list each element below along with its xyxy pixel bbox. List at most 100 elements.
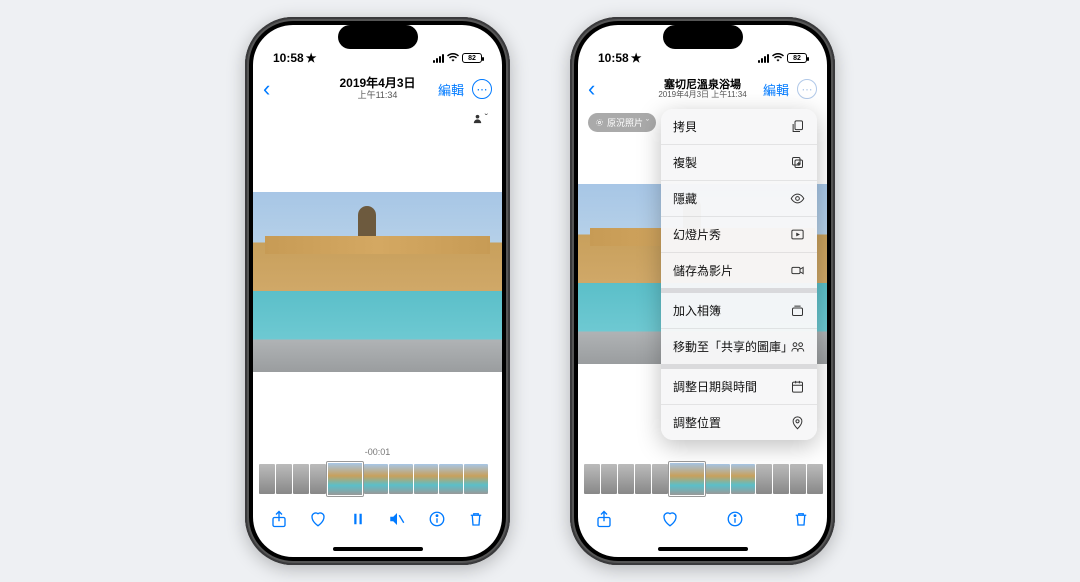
phone-left: 10:58 ★ 82 ‹ 2019年4月3日 上午11:34 編輯 ⋯: [245, 17, 510, 565]
favorite-button[interactable]: [660, 509, 680, 529]
menu-item-shared[interactable]: 移動至「共享的圖庫」: [661, 328, 817, 364]
edit-button[interactable]: 編輯: [438, 80, 464, 99]
nav-title: 塞切尼溫泉浴場 2019年4月3日 上午11:34: [658, 79, 746, 100]
photo-area[interactable]: [253, 128, 502, 435]
thumbnail[interactable]: [293, 464, 309, 494]
more-button[interactable]: ⋯: [472, 79, 492, 99]
home-indicator[interactable]: [578, 541, 827, 557]
delete-button[interactable]: [791, 509, 811, 529]
menu-item-location[interactable]: 調整位置: [661, 404, 817, 440]
nav-title-datetime: 2019年4月3日 上午11:34: [658, 91, 746, 100]
thumbnail[interactable]: [601, 464, 617, 494]
battery-icon: 82: [787, 53, 807, 63]
favorite-button[interactable]: [308, 509, 328, 529]
menu-item-label: 加入相簿: [673, 302, 721, 319]
nav-bar: ‹ 2019年4月3日 上午11:34 編輯 ⋯: [253, 69, 502, 109]
thumbnail[interactable]: [584, 464, 600, 494]
menu-item-album[interactable]: 加入相簿: [661, 288, 817, 328]
wifi-icon: [772, 51, 784, 65]
menu-item-eye[interactable]: 隱藏: [661, 180, 817, 216]
screen: 10:58 ★ 82 ‹ 塞切尼溫泉浴場 2019年4月3日 上午11:34 編…: [578, 25, 827, 557]
video-icon: [789, 263, 805, 279]
status-time: 10:58: [598, 51, 629, 65]
battery-icon: 82: [462, 53, 482, 63]
thumbnail-selected[interactable]: [327, 462, 363, 496]
star-icon: ★: [631, 51, 642, 65]
more-button[interactable]: ⋯: [797, 79, 817, 99]
thumbnail[interactable]: [464, 464, 488, 494]
copy-icon: [789, 119, 805, 135]
nav-title-time: 上午11:34: [339, 91, 415, 101]
chevron-down-icon: ˇ: [646, 118, 649, 128]
thumbnail[interactable]: [652, 464, 668, 494]
shared-icon: [789, 339, 805, 355]
menu-item-calendar[interactable]: 調整日期與時間: [661, 364, 817, 404]
video-timestamp: -00:01: [253, 447, 502, 457]
menu-item-duplicate[interactable]: 複製: [661, 144, 817, 180]
thumbnail[interactable]: [389, 464, 413, 494]
thumbnail[interactable]: [439, 464, 463, 494]
back-button[interactable]: ‹: [263, 76, 270, 102]
duplicate-icon: [789, 155, 805, 171]
screen: 10:58 ★ 82 ‹ 2019年4月3日 上午11:34 編輯 ⋯: [253, 25, 502, 557]
thumbnail[interactable]: [807, 464, 823, 494]
thumbnail[interactable]: [259, 464, 275, 494]
live-photo-badge[interactable]: 原況照片 ˇ: [588, 113, 656, 132]
signal-icon: [758, 54, 769, 63]
share-button[interactable]: [594, 509, 614, 529]
menu-item-play-rect[interactable]: 幻燈片秀: [661, 216, 817, 252]
sub-toolbar: ˇ: [253, 109, 502, 128]
menu-item-label: 調整位置: [673, 414, 721, 431]
bottom-toolbar: [578, 497, 827, 541]
thumbnail[interactable]: [364, 464, 388, 494]
thumbnail[interactable]: [618, 464, 634, 494]
menu-item-copy[interactable]: 拷貝: [661, 109, 817, 144]
edit-button[interactable]: 編輯: [763, 80, 789, 99]
delete-button[interactable]: [466, 509, 486, 529]
menu-item-label: 儲存為影片: [673, 262, 733, 279]
chevron-down-icon: ˇ: [485, 113, 488, 124]
star-icon: ★: [306, 51, 317, 65]
context-menu: 拷貝複製隱藏幻燈片秀儲存為影片加入相簿移動至「共享的圖庫」調整日期與時間調整位置: [661, 109, 817, 440]
thumbnail[interactable]: [310, 464, 326, 494]
thumbnail-selected[interactable]: [669, 462, 705, 496]
thumbnail[interactable]: [790, 464, 806, 494]
people-button[interactable]: ˇ: [472, 113, 488, 124]
thumbnail[interactable]: [635, 464, 651, 494]
calendar-icon: [789, 379, 805, 395]
thumbnail[interactable]: [276, 464, 292, 494]
location-icon: [789, 415, 805, 431]
info-button[interactable]: [427, 509, 447, 529]
filmstrip[interactable]: [578, 457, 827, 497]
eye-icon: [789, 191, 805, 207]
pause-button[interactable]: [348, 509, 368, 529]
phone-right: 10:58 ★ 82 ‹ 塞切尼溫泉浴場 2019年4月3日 上午11:34 編…: [570, 17, 835, 565]
menu-item-label: 複製: [673, 154, 697, 171]
menu-item-label: 幻燈片秀: [673, 226, 721, 243]
thumbnail[interactable]: [731, 464, 755, 494]
wifi-icon: [447, 51, 459, 65]
menu-item-label: 移動至「共享的圖庫」: [673, 338, 789, 355]
dynamic-island: [338, 25, 418, 49]
main-photo: [253, 192, 502, 372]
thumbnail[interactable]: [773, 464, 789, 494]
menu-item-label: 拷貝: [673, 118, 697, 135]
home-indicator[interactable]: [253, 541, 502, 557]
mute-button[interactable]: [387, 509, 407, 529]
back-button[interactable]: ‹: [588, 76, 595, 102]
status-time: 10:58: [273, 51, 304, 65]
nav-title: 2019年4月3日 上午11:34: [339, 77, 415, 100]
menu-item-label: 隱藏: [673, 190, 697, 207]
live-badge-label: 原況照片: [607, 116, 643, 129]
dynamic-island: [663, 25, 743, 49]
share-button[interactable]: [269, 509, 289, 529]
bottom-toolbar: [253, 497, 502, 541]
menu-item-video[interactable]: 儲存為影片: [661, 252, 817, 288]
thumbnail[interactable]: [706, 464, 730, 494]
menu-item-label: 調整日期與時間: [673, 378, 757, 395]
info-button[interactable]: [725, 509, 745, 529]
thumbnail[interactable]: [414, 464, 438, 494]
filmstrip[interactable]: [253, 457, 502, 497]
album-icon: [789, 303, 805, 319]
thumbnail[interactable]: [756, 464, 772, 494]
